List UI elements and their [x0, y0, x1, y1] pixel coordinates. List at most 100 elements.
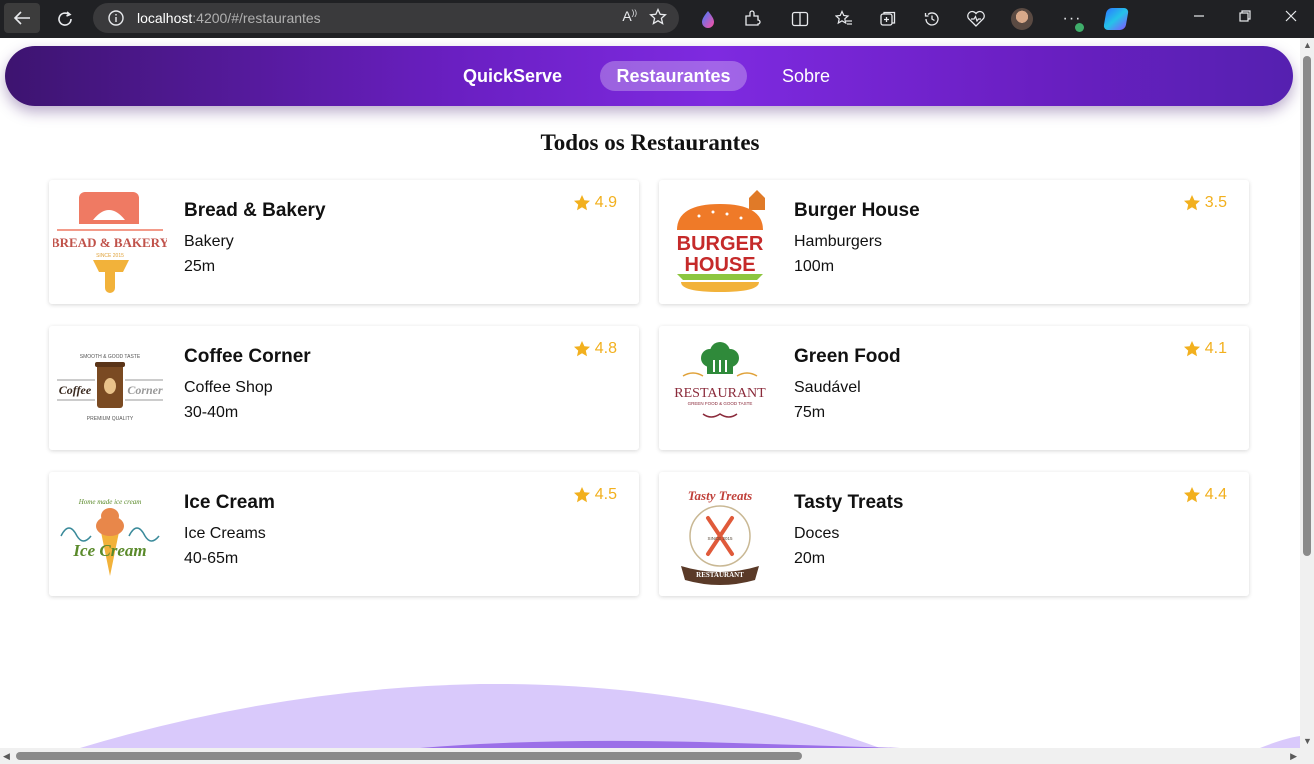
restaurant-card[interactable]: Tasty Treats SINCE 2015 RESTAURANT Tasty… — [659, 472, 1249, 596]
coffee-logo-text2: Corner — [127, 383, 163, 397]
restaurant-category: Hamburgers — [794, 233, 883, 250]
bread-bakery-logo-sub: SINCE 2015 — [96, 253, 124, 259]
scroll-down-icon[interactable]: ▼ — [1303, 736, 1312, 746]
extensions-icon[interactable] — [738, 5, 766, 33]
page-viewport: QuickServe Restaurantes Sobre Todos os R… — [0, 38, 1300, 748]
restaurant-time: 30-40m — [184, 404, 239, 421]
more-options-icon[interactable]: ··· — [1058, 5, 1086, 33]
rating-value: 4.9 — [594, 194, 617, 211]
page-title: Todos os Restaurantes — [540, 130, 760, 155]
restaurant-time: 100m — [794, 258, 835, 275]
reload-button[interactable] — [50, 5, 80, 33]
close-icon[interactable] — [1285, 9, 1297, 25]
favorites-icon[interactable] — [830, 5, 858, 33]
horizontal-scroll-thumb[interactable] — [16, 752, 802, 760]
restaurant-rating: 4.9 — [573, 194, 617, 212]
restaurant-rating: 4.5 — [573, 486, 617, 504]
restore-icon[interactable] — [1239, 9, 1251, 25]
address-bar[interactable]: localhost:4200/#/restaurantes A)) — [93, 3, 679, 33]
restaurant-rating: 4.8 — [573, 340, 617, 358]
restaurant-card[interactable]: BREAD & BAKERY SINCE 2015 Bread & Bakery… — [49, 180, 639, 304]
restaurant-chef-logo: RESTAURANT GREEN FOOD & GOOD TASTE — [674, 342, 766, 418]
rating-value: 4.5 — [594, 486, 617, 503]
star-icon — [1183, 487, 1200, 503]
vertical-scrollbar[interactable]: ▲ ▼ — [1300, 38, 1314, 748]
drop-extension-icon[interactable] — [694, 5, 722, 33]
coffee-logo-top: SMOOTH & GOOD TASTE — [80, 354, 141, 360]
restaurant-card[interactable]: BURGER HOUSE Burger House Hamburgers 100… — [659, 180, 1249, 304]
scroll-left-icon[interactable]: ◀ — [3, 751, 10, 762]
restaurant-category: Bakery — [184, 233, 234, 250]
burger-logo-text2: HOUSE — [684, 254, 755, 276]
favorite-star-icon[interactable] — [649, 8, 667, 26]
restaurant-category: Doces — [794, 525, 840, 542]
restaurant-category: Saudável — [794, 379, 861, 396]
restaurant-time: 25m — [184, 258, 216, 275]
rating-value: 4.4 — [1204, 486, 1227, 503]
coffee-logo-sub: PREMIUM QUALITY — [87, 416, 134, 422]
nav-restaurantes-link[interactable]: Restaurantes — [600, 61, 747, 91]
tasty-logo-text: Tasty Treats — [688, 488, 752, 503]
restaurant-card[interactable]: RESTAURANT GREEN FOOD & GOOD TASTE Green… — [659, 326, 1249, 450]
ice-cream-logo-text: Ice Cream — [72, 541, 146, 560]
burger-logo-text: BURGER — [677, 233, 764, 255]
profile-avatar[interactable] — [1008, 5, 1036, 33]
decorative-wave — [80, 683, 1300, 748]
horizontal-scrollbar[interactable]: ◀ ▶ — [0, 748, 1314, 764]
rating-value: 3.5 — [1204, 194, 1227, 211]
arrow-left-icon — [13, 11, 30, 25]
ice-cream-logo-top: Home made ice cream — [78, 498, 142, 506]
restaurant-time: 75m — [794, 404, 826, 421]
restaurant-rating: 4.1 — [1183, 340, 1227, 358]
vertical-scroll-thumb[interactable] — [1303, 56, 1311, 556]
ice-cream-logo: Home made ice cream Ice Cream — [60, 498, 160, 576]
burger-house-logo: BURGER HOUSE — [677, 190, 765, 292]
restaurant-name[interactable]: Tasty Treats — [794, 492, 903, 514]
green-food-logo-text: RESTAURANT — [674, 386, 766, 401]
star-icon — [573, 341, 590, 357]
green-food-logo-sub: GREEN FOOD & GOOD TASTE — [688, 401, 753, 406]
star-icon — [573, 195, 590, 211]
tasty-logo-since: SINCE 2015 — [707, 536, 733, 541]
history-icon[interactable] — [918, 5, 946, 33]
restaurant-name[interactable]: Bread & Bakery — [184, 200, 326, 222]
coffee-corner-logo: SMOOTH & GOOD TASTE Coffee Corner PREMIU… — [57, 354, 163, 422]
scroll-right-icon[interactable]: ▶ — [1290, 751, 1297, 762]
nav-sobre-link[interactable]: Sobre — [782, 61, 830, 91]
reload-icon — [58, 11, 72, 26]
url-path: :4200/#/restaurantes — [192, 10, 321, 26]
restaurant-name[interactable]: Burger House — [794, 200, 920, 222]
info-icon[interactable] — [107, 9, 125, 27]
restaurant-rating: 4.4 — [1183, 486, 1227, 504]
restaurant-rating: 3.5 — [1183, 194, 1227, 212]
rating-value: 4.1 — [1204, 340, 1227, 357]
back-button[interactable] — [4, 3, 40, 33]
restaurant-name[interactable]: Coffee Corner — [184, 346, 311, 368]
restaurant-name[interactable]: Green Food — [794, 346, 901, 368]
nav-brand-link[interactable]: QuickServe — [463, 61, 562, 91]
star-icon — [573, 487, 590, 503]
star-icon — [1183, 195, 1200, 211]
coffee-logo-text: Coffee — [59, 383, 92, 397]
copilot-icon[interactable] — [1102, 5, 1130, 33]
read-aloud-icon[interactable]: A)) — [622, 8, 637, 26]
restaurant-card[interactable]: SMOOTH & GOOD TASTE Coffee Corner PREMIU… — [49, 326, 639, 450]
tasty-treats-logo: Tasty Treats SINCE 2015 RESTAURANT — [681, 488, 759, 585]
restaurant-name[interactable]: Ice Cream — [184, 492, 275, 514]
collections-icon[interactable] — [874, 5, 902, 33]
url-host: localhost — [137, 10, 193, 26]
restaurant-time: 20m — [794, 550, 826, 567]
minimize-icon[interactable] — [1193, 9, 1205, 25]
scroll-up-icon[interactable]: ▲ — [1303, 40, 1312, 50]
restaurant-card[interactable]: Home made ice cream Ice Cream Ice Cream … — [49, 472, 639, 596]
restaurant-category: Coffee Shop — [184, 379, 273, 396]
tasty-logo-sub: RESTAURANT — [696, 571, 744, 579]
bread-bakery-logo-text: BREAD & BAKERY — [53, 235, 167, 250]
split-screen-icon[interactable] — [786, 5, 814, 33]
restaurant-category: Ice Creams — [184, 525, 266, 542]
bread-bakery-logo: BREAD & BAKERY SINCE 2015 — [53, 192, 167, 293]
browser-toolbar: localhost:4200/#/restaurantes A)) ··· — [0, 0, 1314, 38]
browser-essentials-icon[interactable] — [962, 5, 990, 33]
star-icon — [1183, 341, 1200, 357]
restaurant-time: 40-65m — [184, 550, 239, 567]
